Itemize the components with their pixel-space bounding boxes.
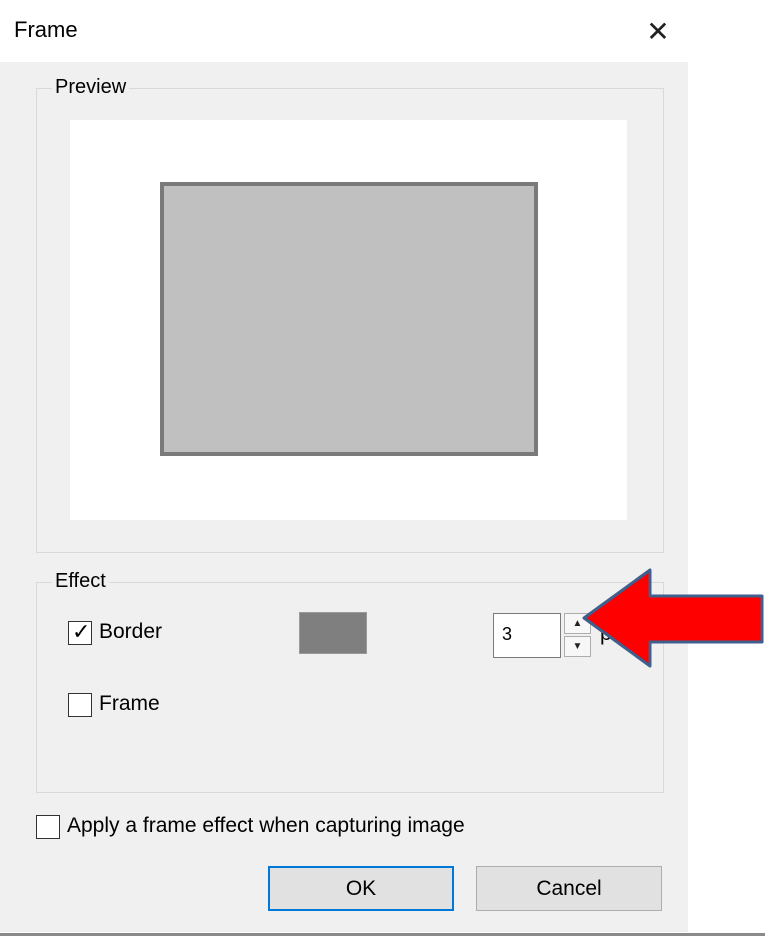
apply-on-capture-label[interactable]: Apply a frame effect when capturing imag… [67,814,465,838]
border-color-button[interactable] [299,612,367,654]
border-checkbox-label[interactable]: Border [99,620,162,644]
dialog-title: Frame [14,17,78,42]
preview-frame-sample [160,182,538,456]
bottom-divider [0,933,765,936]
checkmark-icon: ✓ [72,619,91,644]
frame-dialog: Frame ✕ Preview Effect ✓ Border 3 ▲ ▼ px… [0,0,688,932]
border-checkbox[interactable]: ✓ [68,619,92,645]
cancel-button[interactable]: Cancel [476,866,662,911]
title-bar: Frame ✕ [0,0,688,62]
close-button[interactable]: ✕ [638,14,678,50]
close-icon: ✕ [646,16,670,47]
page: Frame ✕ Preview Effect ✓ Border 3 ▲ ▼ px… [0,0,765,938]
effect-group-label: Effect [52,570,109,593]
apply-on-capture-checkbox[interactable] [36,815,60,839]
frame-checkbox[interactable] [68,693,92,717]
red-arrow-icon [582,568,764,668]
ok-button[interactable]: OK [268,866,454,911]
preview-group-label: Preview [52,76,130,99]
frame-checkbox-label[interactable]: Frame [99,692,160,716]
border-width-input[interactable]: 3 [493,613,561,658]
